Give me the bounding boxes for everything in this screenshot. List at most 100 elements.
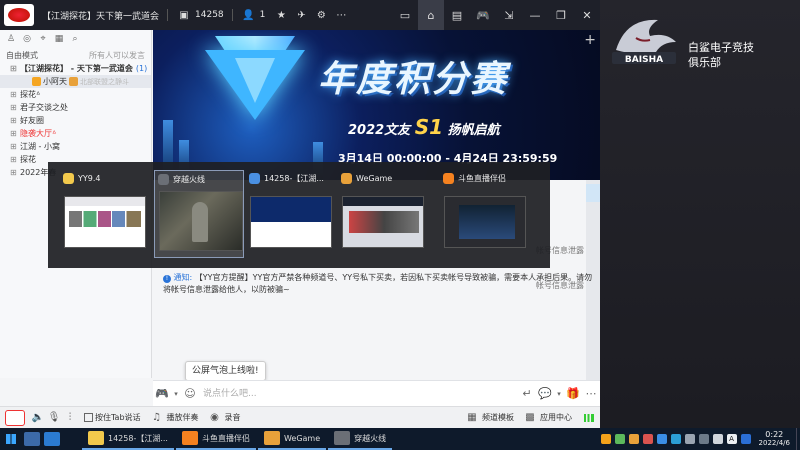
switcher-window-header: 14258-【江湖... [246,170,336,186]
switcher-window[interactable]: WeGame [338,170,428,258]
switcher-window-header: 穿越火线 [155,171,243,187]
mode-selector[interactable]: 自由模式 [6,50,38,61]
more-icon[interactable]: ⋯ [582,387,600,400]
record-label[interactable]: 录音 [225,412,241,423]
taskbar-tasks: 14258-【江湖... 斗鱼直播伴侣 WeGame 穿越火线 [82,428,394,450]
desktop-icon[interactable] [24,432,40,446]
app-center-button[interactable]: 应用中心 [540,412,572,423]
tab-talk-checkbox[interactable] [84,413,93,422]
start-button[interactable] [0,428,22,450]
taskbar-task[interactable]: 14258-【江湖... [82,428,174,450]
expand-icon[interactable]: ⊞ [10,166,20,179]
tray-app-icon[interactable] [614,434,625,444]
tray-app-icon[interactable] [600,434,611,444]
taskbar-task[interactable]: WeGame [257,428,327,450]
pin-icon[interactable]: ⌖ [37,34,49,44]
template-icon[interactable]: ▦ [464,412,480,423]
favorite-star-icon[interactable]: ★ [273,7,289,23]
app-center-icon[interactable]: ▩ [522,412,538,423]
equalizer-icon[interactable]: ⫶ [62,412,78,423]
channel-tree-item[interactable]: ⊞ 隐袭大厅ᐞ [0,127,151,140]
chat-input[interactable] [199,383,518,404]
home-icon[interactable]: ⌂ [418,0,444,30]
ime-icon[interactable]: A [726,434,737,444]
volume-icon[interactable] [712,434,723,444]
scroll-tab[interactable] [586,184,600,202]
switcher-window[interactable]: 斗鱼直播伴侣 [440,170,530,258]
notes-icon[interactable]: ▦ [53,34,65,44]
tray-app-icon[interactable] [656,434,667,444]
close-icon[interactable]: ✕ [574,0,600,30]
expand-icon[interactable]: ⊞ [10,140,20,153]
channel-tree-item[interactable]: ⊞ 好友圈 [0,114,151,127]
taskbar-task-label: 斗鱼直播伴侣 [201,433,250,443]
channel-template-button[interactable]: 频道模板 [482,412,514,423]
channel-tree-label: 【江湖探花】 - 天下第一武道会 [20,64,133,73]
event-banner[interactable]: 年度积分赛 2022文友 S1 扬帆启航 3月14日 00:00:00 - 4月… [153,30,600,180]
more-icon[interactable]: ⋯ [333,7,349,23]
user-icon[interactable]: ♙ [5,34,17,44]
expand-icon[interactable]: ⊞ [10,88,20,101]
taskbar-task[interactable]: 斗鱼直播伴侣 [175,428,256,450]
show-desktop-button[interactable] [796,428,800,450]
list-icon[interactable]: ▤ [444,0,470,30]
live-icon[interactable]: ▭ [392,0,418,30]
chat-bubble-icon[interactable]: 💬 [536,387,554,400]
chevron-down-icon[interactable]: ▾ [171,390,181,398]
taskbar-task[interactable]: 穿越火线 [328,428,393,450]
settings-icon[interactable]: ⚙ [313,7,329,23]
switcher-window[interactable]: 14258-【江湖... [246,170,336,258]
notice-label: 通知: [173,273,193,282]
expand-icon[interactable]: ⊞ [10,101,20,114]
expand-icon[interactable]: ⊞ [10,153,20,166]
channel-tree-item[interactable]: ⊞ 君子交谈之处 [0,101,151,114]
expand-icon[interactable]: ⊞ [10,62,20,75]
season-badge: S1 [414,115,444,139]
send-icon[interactable]: ↵ [518,387,536,400]
channel-tree-item[interactable]: 小阿天 北部联盟之静斗 [0,75,151,88]
tab-talk-label[interactable]: 按住Tab说话 [95,412,141,423]
record-icon[interactable]: ◉ [207,412,223,423]
network-icon[interactable] [740,434,751,444]
info-icon: ! [163,275,171,283]
tray-app-icon[interactable] [684,434,695,444]
channel-logo[interactable] [4,4,34,26]
music-icon[interactable]: ♫ [149,412,165,423]
banner-subtitle: 2022文友 S1 扬帆启航 [348,115,500,139]
microphone-icon[interactable]: 🎙 [46,412,62,423]
channel-logo[interactable] [5,409,25,426]
bubble-toast: 公屏气泡上线啦! [185,361,266,381]
add-icon[interactable]: + [584,32,596,48]
switcher-window-header: 斗鱼直播伴侣 [440,170,530,186]
gift-icon[interactable]: 🎁 [564,387,582,400]
user-tag: 北部联盟之静斗 [80,78,129,86]
speaker-icon[interactable]: 🔈 [30,412,46,423]
chevron-down-icon[interactable]: ▾ [554,390,564,398]
channel-tree-item[interactable]: ⊞ 【江湖探花】 - 天下第一武道会 (1) [0,62,151,75]
minimize-icon[interactable]: — [522,0,548,30]
tray-app-icon[interactable] [628,434,639,444]
tray-app-icon[interactable] [698,434,709,444]
remote-icon[interactable] [44,432,60,446]
restore-icon[interactable]: ❐ [548,0,574,30]
emoji-icon[interactable]: ☺ [181,387,199,400]
share-icon[interactable]: ✈ [293,7,309,23]
user-badge-icon [32,77,41,86]
expand-icon[interactable]: ⊞ [10,127,20,140]
music-label[interactable]: 播放伴奏 [167,412,199,423]
switcher-window[interactable]: 穿越火线 [154,170,244,258]
channel-tree-item[interactable]: ⊞ 江湖 - 小窝 [0,140,151,153]
tray-app-icon[interactable] [670,434,681,444]
location-icon[interactable]: ◎ [21,34,33,44]
switcher-window[interactable]: YY9.4 [60,170,150,258]
channel-tree-item[interactable]: ⊞ 探花ᐞ [0,88,151,101]
gamepad-icon[interactable]: 🎮 [153,387,171,400]
clock[interactable]: 0:22 2022/4/6 [759,430,790,448]
expand-icon[interactable]: ⊞ [10,114,20,127]
search-icon[interactable]: ⌕ [69,34,81,44]
mode-row: 自由模式 所有人可以发言 [0,48,151,62]
gamepad-icon[interactable]: 🎮 [470,0,496,30]
collapse-icon[interactable]: ⇲ [496,0,522,30]
tray-app-icon[interactable] [642,434,653,444]
app-icon [443,172,454,184]
